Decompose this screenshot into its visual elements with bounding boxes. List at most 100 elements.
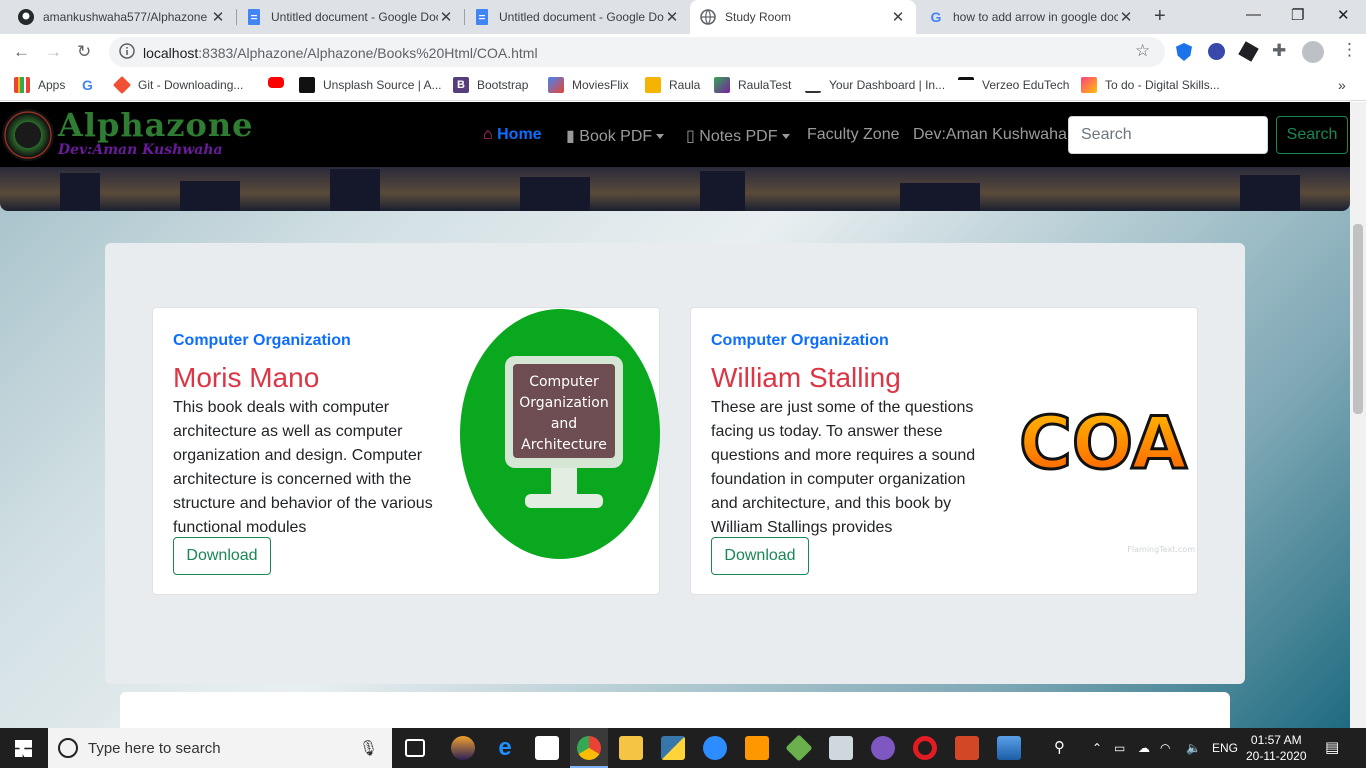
chrome-icon[interactable] [577, 736, 601, 760]
powerpoint-icon[interactable] [955, 736, 979, 760]
wifi-icon[interactable]: ◠ [1160, 741, 1170, 755]
close-tab-icon[interactable]: ✕ [664, 8, 680, 26]
bookmark-verzeo[interactable]: Verzeo EduTech [958, 77, 1069, 93]
file-explorer-icon[interactable] [619, 736, 643, 760]
bookmark-raula[interactable]: Raula [645, 77, 700, 93]
bookmark-star-icon[interactable]: ☆ [1135, 41, 1150, 61]
close-tab-icon[interactable]: ✕ [438, 8, 454, 26]
nav-home-label: Home [497, 126, 542, 143]
close-tab-icon[interactable]: ✕ [1118, 8, 1134, 26]
tab-study-room[interactable]: Study Room ✕ [690, 0, 916, 34]
back-icon[interactable]: ← [13, 42, 30, 62]
brand-subtitle: Dev:Aman Kushwaha [58, 142, 223, 158]
close-window-icon[interactable]: ✕ [1337, 6, 1350, 24]
photos-icon[interactable] [997, 736, 1021, 760]
clock-date: 20-11-2020 [1246, 749, 1307, 763]
profile-avatar[interactable] [1302, 41, 1324, 63]
scrollbar-thumb[interactable] [1353, 224, 1363, 414]
extension-icon[interactable] [1208, 43, 1225, 60]
new-tab-button[interactable]: + [1154, 5, 1166, 28]
search-placeholder: Search [1081, 126, 1132, 143]
cloud-icon[interactable]: ☁ [1138, 741, 1150, 755]
page-scrollbar[interactable] [1350, 102, 1366, 728]
volume-icon[interactable]: 🔈 [1186, 741, 1201, 755]
address-bar[interactable]: localhost:8383/Alphazone/Alphazone/Books… [109, 37, 1165, 67]
google-docs-icon [474, 9, 490, 25]
close-tab-icon[interactable]: ✕ [890, 8, 906, 26]
chevron-up-icon[interactable]: ⌃ [1092, 741, 1102, 755]
nav-dev[interactable]: Dev:Aman Kushwaha [913, 126, 1067, 144]
site-search-button[interactable]: Search [1276, 116, 1348, 154]
tab-title: Study Room [725, 10, 792, 24]
language-indicator[interactable]: ENG [1212, 741, 1238, 755]
system-clock[interactable]: 01:57 AM 20-11-2020 [1246, 732, 1307, 764]
bookmark-todo[interactable]: To do - Digital Skills... [1081, 77, 1220, 93]
tab-google-docs-1[interactable]: Untitled document - Google Docs ✕ [236, 0, 464, 34]
book-icon: ▮ [566, 128, 575, 145]
cube-app-icon[interactable] [785, 734, 813, 762]
bookmark-youtube[interactable] [268, 77, 292, 88]
bookmark-git[interactable]: Git - Downloading... [112, 75, 244, 95]
nav-home[interactable]: ⌂ Home [483, 126, 542, 144]
nav-book-pdf-label: Book PDF [579, 128, 653, 145]
book-card: Computer Organization Moris Mano This bo… [152, 307, 660, 595]
tab-google-docs-2[interactable]: Untitled document - Google Docs ✕ [464, 0, 690, 34]
taskbar-search[interactable]: Type here to search 🎙 [48, 728, 392, 768]
bookmark-dashboard[interactable]: Your Dashboard | In... [805, 77, 945, 93]
shield-extension-icon[interactable] [1176, 43, 1192, 61]
site-search-input[interactable]: Search [1068, 116, 1268, 154]
nav-faculty-zone[interactable]: Faculty Zone [807, 126, 899, 144]
tab-github[interactable]: amankushwaha577/Alphazone ✕ [8, 0, 236, 34]
url-text: localhost:8383/Alphazone/Alphazone/Books… [143, 45, 538, 61]
puzzle-extensions-icon[interactable]: ✚ [1272, 41, 1286, 61]
close-tab-icon[interactable]: ✕ [210, 8, 226, 26]
microphone-icon[interactable]: 🎙 [359, 739, 378, 757]
zoom-icon[interactable] [703, 736, 727, 760]
brand-name[interactable]: Alphazone [58, 106, 254, 144]
info-icon[interactable] [119, 43, 135, 64]
download-button[interactable]: Download [173, 537, 271, 575]
task-view-icon[interactable] [405, 739, 425, 757]
more-bookmarks-icon[interactable]: » [1338, 77, 1346, 93]
url-host: localhost [143, 45, 199, 61]
eclipse-icon[interactable] [451, 736, 475, 760]
book-cover-image: COA FlamingText.com [1018, 400, 1196, 555]
bookmark-moviesflix[interactable]: MoviesFlix [548, 77, 629, 93]
opera-icon[interactable] [913, 736, 937, 760]
todo-icon [1081, 77, 1097, 93]
url-path: :8383/Alphazone/Alphazone/Books%20Html/C… [198, 45, 538, 61]
bookmark-raulatest[interactable]: RaulaTest [714, 77, 791, 93]
tab-google-search[interactable]: G how to add arrow in google docs ✕ [918, 0, 1144, 34]
people-icon[interactable]: ⚲ [1054, 738, 1065, 756]
reload-icon[interactable]: ↻ [77, 42, 91, 62]
minimize-icon[interactable]: — [1246, 6, 1261, 23]
raulatest-icon [714, 77, 730, 93]
forward-icon[interactable]: → [45, 42, 62, 62]
sublime-icon[interactable] [745, 736, 769, 760]
windows-start-icon[interactable] [15, 740, 32, 757]
site-navbar: Alphazone Dev:Aman Kushwaha ⌂ Home ▮ Boo… [0, 102, 1350, 167]
menu-kebab-icon[interactable]: ⋮ [1341, 40, 1358, 60]
bookmark-unsplash[interactable]: Unsplash Source | A... [299, 77, 442, 93]
download-button[interactable]: Download [711, 537, 809, 575]
bookmark-google[interactable]: G [82, 77, 93, 93]
maximize-icon[interactable]: ❐ [1291, 6, 1304, 24]
edge-icon[interactable]: e [493, 736, 517, 760]
cat-app-icon[interactable] [871, 736, 895, 760]
bookmark-label: Bootstrap [477, 78, 529, 92]
store-icon[interactable] [535, 736, 559, 760]
cube-extension-icon[interactable] [1238, 41, 1259, 62]
notifications-icon[interactable]: ▤ [1325, 738, 1339, 756]
bookmark-bootstrap[interactable]: B Bootstrap [453, 77, 528, 93]
dropdown-caret-icon [781, 134, 790, 140]
battery-icon[interactable]: ▭ [1114, 741, 1125, 755]
bookmark-label: Git - Downloading... [138, 78, 244, 92]
bookmark-apps[interactable]: Apps [14, 77, 65, 93]
python-icon[interactable] [661, 736, 685, 760]
nav-book-pdf[interactable]: ▮ Book PDF [566, 126, 665, 146]
browser-toolbar: ← → ↻ localhost:8383/Alphazone/Alphazone… [0, 34, 1366, 71]
nav-notes-pdf[interactable]: ▯ Notes PDF [686, 126, 790, 146]
window-app-icon[interactable] [829, 736, 853, 760]
building-shape [900, 183, 980, 211]
cover-watermark: FlamingText.com [1127, 545, 1195, 554]
